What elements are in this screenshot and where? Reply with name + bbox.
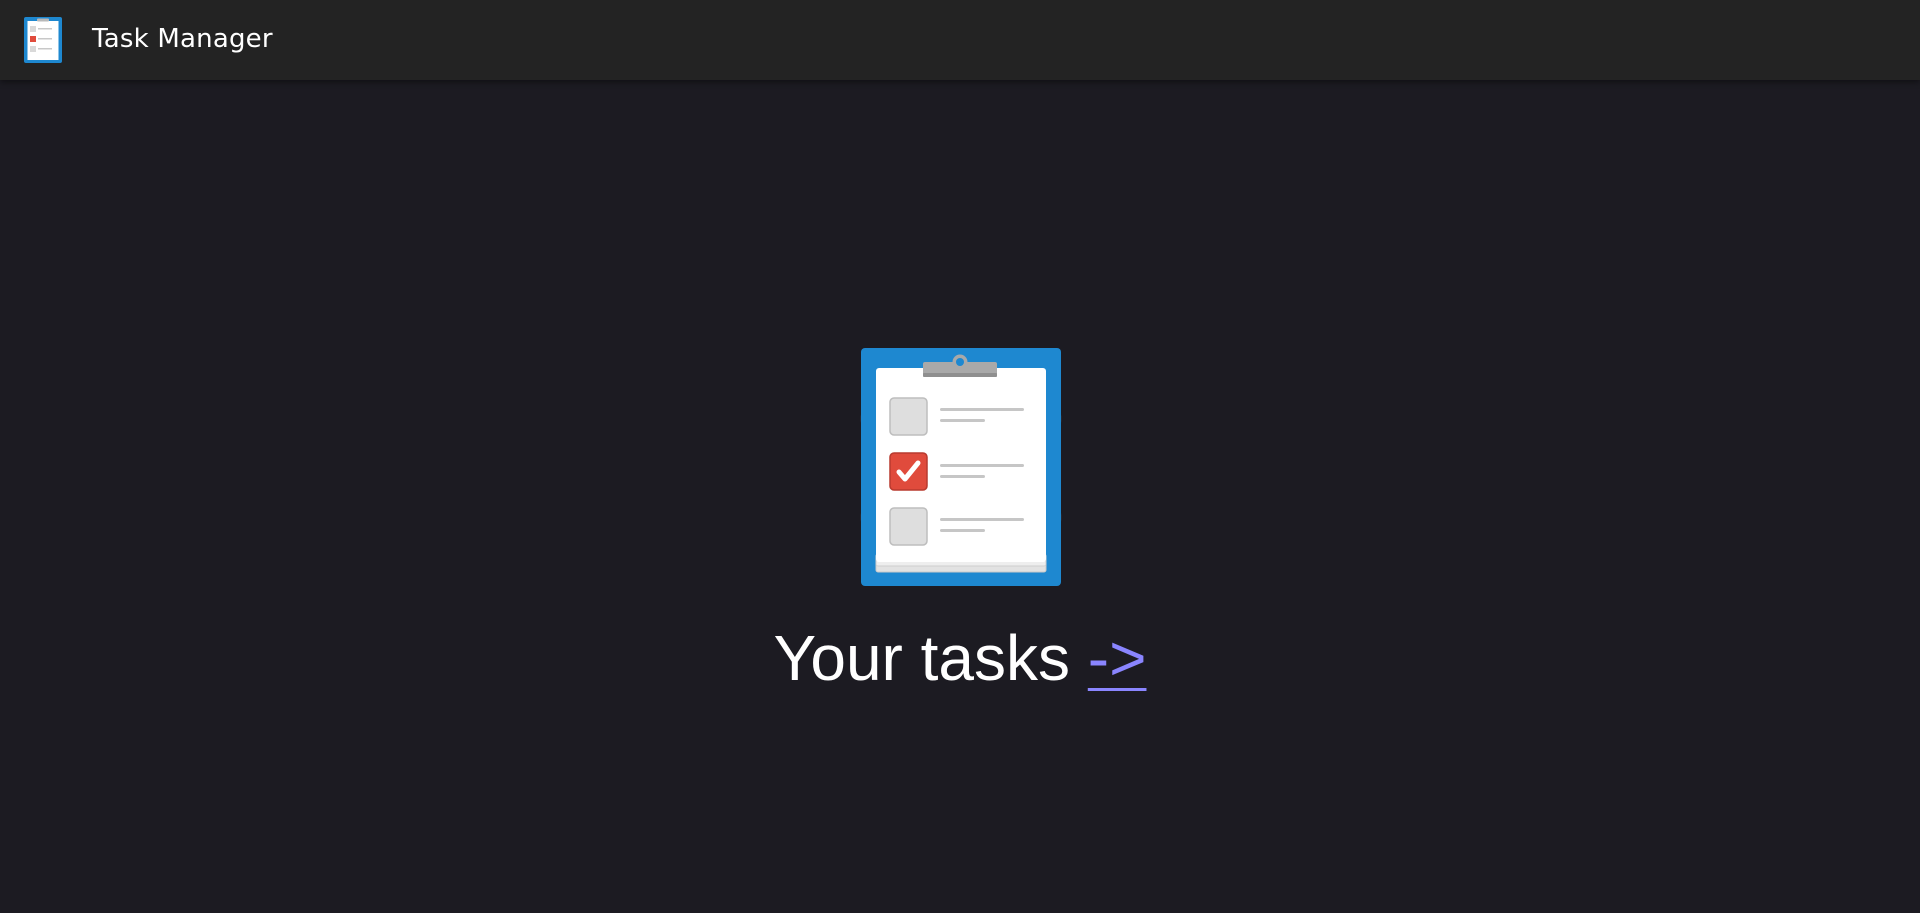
clipboard-checklist-icon — [860, 348, 1062, 586]
app-bar: Task Manager — [0, 0, 1920, 80]
checkbox-unchecked — [889, 397, 928, 436]
clipboard-checklist-icon[interactable] — [24, 17, 62, 63]
checkbox-unchecked — [889, 507, 928, 546]
hero-heading: Your tasks -> — [0, 620, 1920, 696]
app-title: Task Manager — [92, 24, 273, 54]
main-content: Your tasks -> — [0, 80, 1920, 913]
hero-text: Your tasks — [773, 622, 1088, 694]
tasks-link[interactable]: -> — [1088, 622, 1147, 694]
